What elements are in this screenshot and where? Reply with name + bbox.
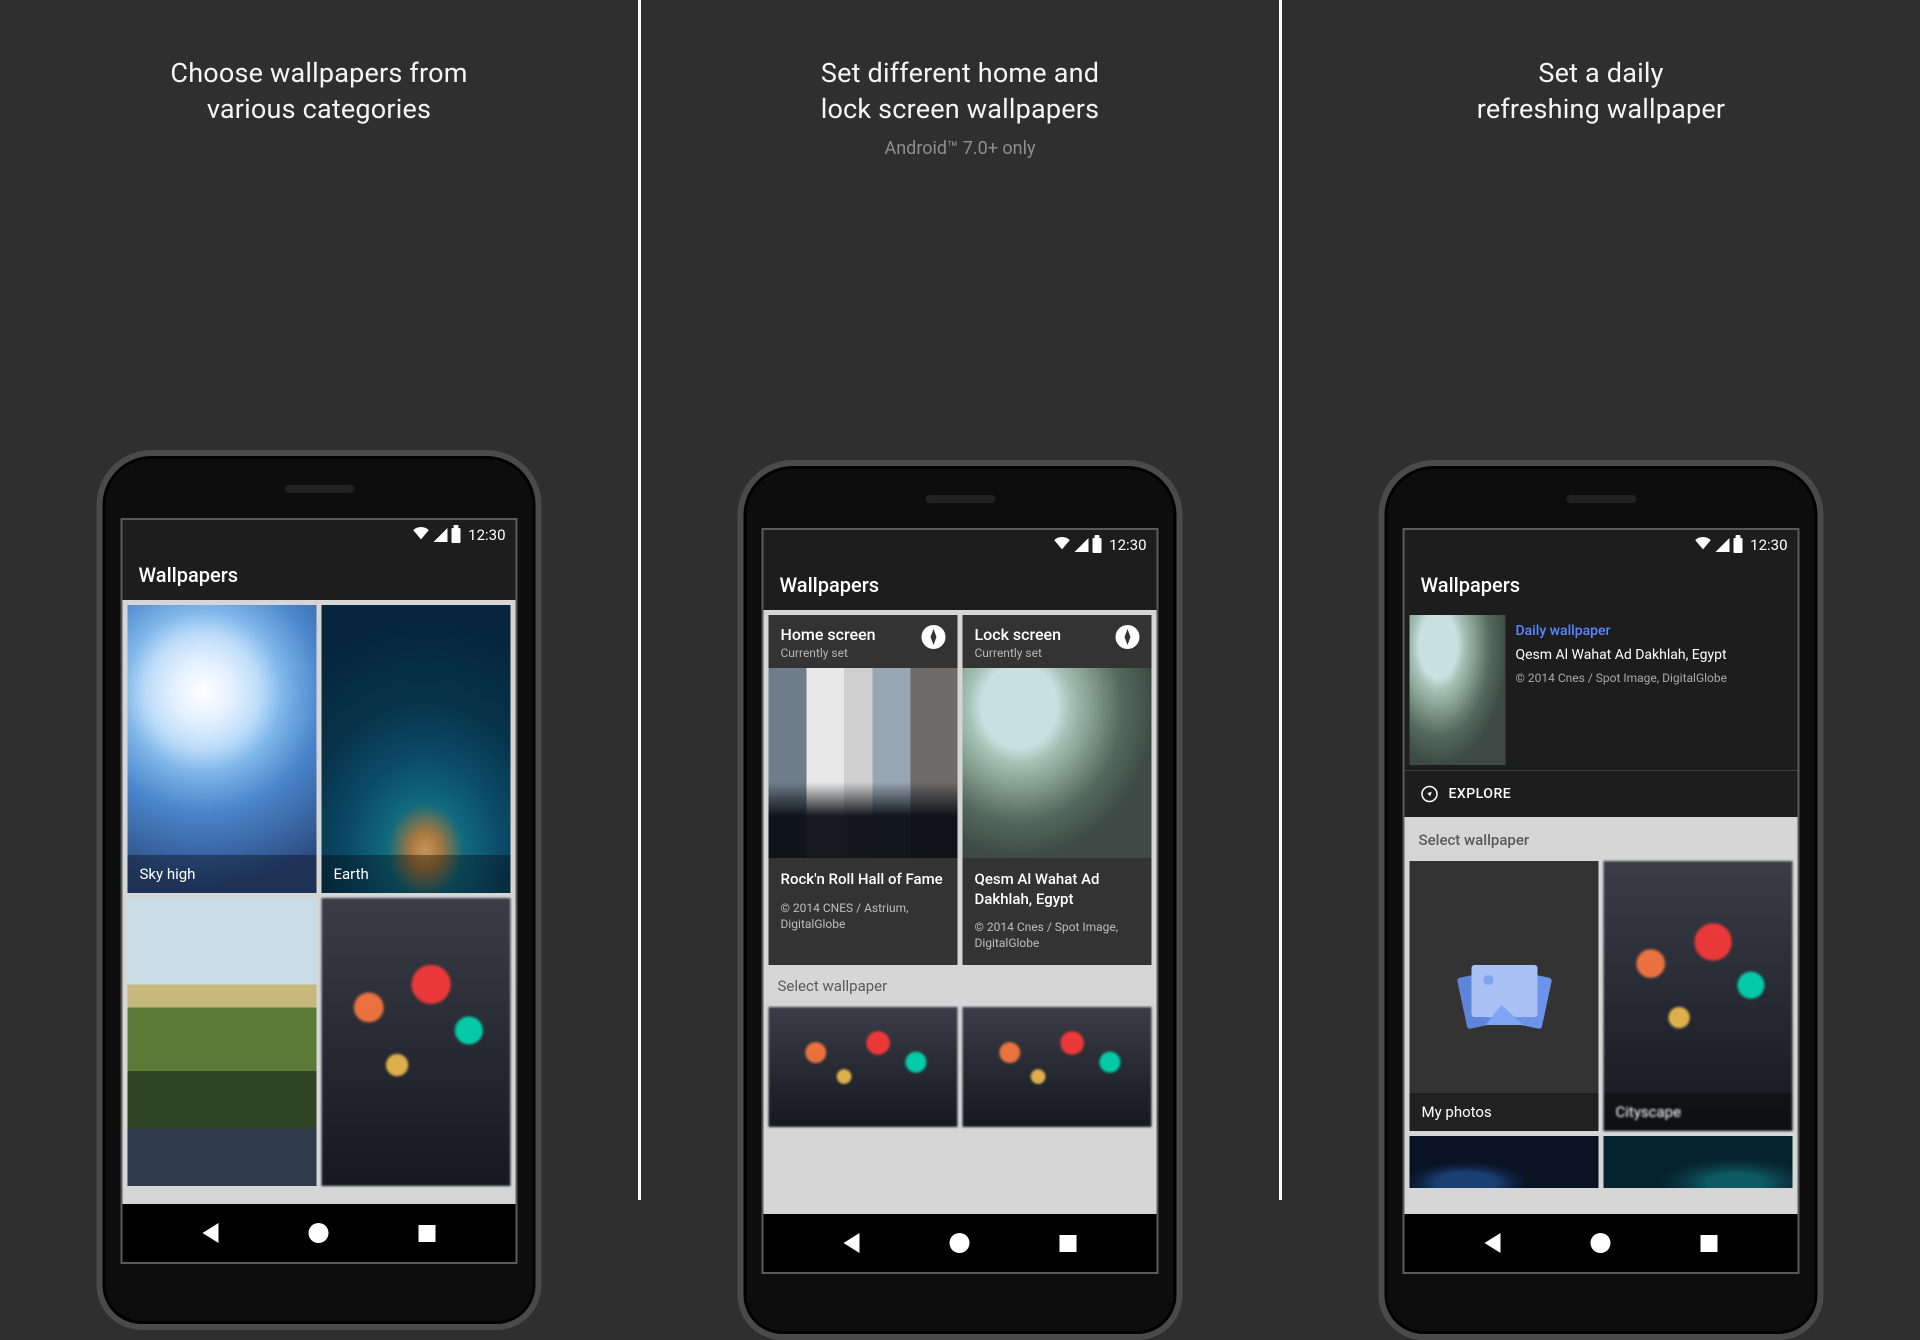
promo-title: Set different home and lock screen wallp… [821, 55, 1100, 128]
promo-title-line1: Set a daily [1477, 55, 1726, 91]
wallpaper-name: Qesm Al Wahat Ad Dakhlah, Egypt [975, 870, 1140, 909]
explore-button[interactable]: EXPLORE [1405, 770, 1798, 817]
category-card[interactable] [322, 898, 511, 1186]
wifi-icon [412, 526, 429, 544]
promo-title: Set a daily refreshing wallpaper [1477, 55, 1726, 128]
cell-signal-icon [1715, 538, 1729, 552]
wallpaper-name: Rock'n Roll Hall of Fame [781, 870, 946, 890]
select-wallpaper-header: Select wallpaper [1405, 817, 1798, 861]
lock-screen-card[interactable]: Lock screen Currently set Qesm Al Wahat … [963, 615, 1152, 965]
daily-wallpaper-thumb [1410, 615, 1506, 765]
cell-signal-icon [1074, 538, 1088, 552]
status-bar: 12:30 [123, 520, 516, 550]
status-bar: 12:30 [1405, 530, 1798, 560]
nav-recent-icon[interactable] [1701, 1235, 1718, 1252]
wallpaper-thumb[interactable] [1410, 1136, 1599, 1188]
category-label: My photos [1410, 1093, 1599, 1131]
phone-screen: 12:30 Wallpapers Daily wallpaper Qesm Al… [1403, 528, 1800, 1274]
wallpaper-thumb[interactable] [1604, 1136, 1793, 1188]
phone-speaker [1566, 495, 1636, 503]
android-nav-bar [764, 1214, 1157, 1272]
card-subheading: Currently set [781, 646, 876, 660]
explore-icon[interactable] [922, 625, 946, 649]
promo-panel-2: Set different home and lock screen wallp… [641, 0, 1282, 1200]
promo-subtitle: Android™ 7.0+ only [884, 138, 1035, 159]
phone-mockup: 12:30 Wallpapers Home screen [738, 460, 1183, 1340]
nav-recent-icon[interactable] [1060, 1235, 1077, 1252]
phone-screen: 12:30 Wallpapers Sky high Earth [121, 518, 518, 1264]
nav-home-icon[interactable] [950, 1233, 970, 1253]
cell-signal-icon [433, 528, 447, 542]
phone-mockup: 12:30 Wallpapers Daily wallpaper Qesm Al… [1379, 460, 1824, 1340]
android-nav-bar [1405, 1214, 1798, 1272]
promo-title-line2: lock screen wallpapers [821, 91, 1100, 127]
app-bar: Wallpapers [123, 550, 516, 600]
promo-title-line1: Choose wallpapers from [170, 55, 467, 91]
category-card-earth[interactable]: Earth [322, 605, 511, 893]
promo-title-line1: Set different home and [821, 55, 1100, 91]
promo-panel-1: Choose wallpapers from various categorie… [0, 0, 641, 1200]
home-screen-card[interactable]: Home screen Currently set Rock'n Roll Ha… [769, 615, 958, 965]
card-subheading: Currently set [975, 646, 1062, 660]
daily-wallpaper-label: Daily wallpaper [1516, 623, 1793, 639]
nav-back-icon[interactable] [844, 1233, 860, 1253]
category-card-sky-high[interactable]: Sky high [128, 605, 317, 893]
nav-back-icon[interactable] [1485, 1233, 1501, 1253]
status-time: 12:30 [1750, 536, 1787, 554]
daily-wallpaper-credit: © 2014 Cnes / Spot Image, DigitalGlobe [1516, 671, 1793, 685]
phone-screen: 12:30 Wallpapers Home screen [762, 528, 1159, 1274]
category-card-my-photos[interactable]: My photos [1410, 861, 1599, 1131]
daily-wallpaper-header[interactable]: Daily wallpaper Qesm Al Wahat Ad Dakhlah… [1405, 610, 1798, 770]
battery-icon [1092, 538, 1101, 553]
battery-icon [451, 528, 460, 543]
status-time: 12:30 [468, 526, 505, 544]
wallpaper-thumb[interactable] [769, 1007, 958, 1127]
explore-icon [1421, 785, 1439, 803]
app-title: Wallpapers [1421, 573, 1521, 597]
status-time: 12:30 [1109, 536, 1146, 554]
app-bar: Wallpapers [764, 560, 1157, 610]
promo-panel-3: Set a daily refreshing wallpaper 12:30 [1282, 0, 1920, 1200]
category-card[interactable] [128, 898, 317, 1186]
nav-back-icon[interactable] [203, 1223, 219, 1243]
card-heading: Lock screen [975, 625, 1062, 644]
explore-label: EXPLORE [1449, 786, 1512, 802]
app-bar: Wallpapers [1405, 560, 1798, 610]
app-title: Wallpapers [139, 563, 239, 587]
phone-speaker [925, 495, 995, 503]
android-nav-bar [123, 1204, 516, 1262]
category-label: Sky high [128, 855, 317, 893]
nav-home-icon[interactable] [1591, 1233, 1611, 1253]
promo-title: Choose wallpapers from various categorie… [170, 55, 467, 128]
wallpaper-thumb[interactable] [963, 1007, 1152, 1127]
wallpaper-preview [769, 668, 958, 858]
card-heading: Home screen [781, 625, 876, 644]
wallpaper-credit: © 2014 Cnes / Spot Image, DigitalGlobe [975, 919, 1140, 951]
wallpaper-preview [963, 668, 1152, 858]
wifi-icon [1053, 536, 1070, 554]
phone-speaker [284, 485, 354, 493]
wallpaper-credit: © 2014 CNES / Astrium, DigitalGlobe [781, 900, 946, 932]
promo-title-line2: refreshing wallpaper [1477, 91, 1726, 127]
app-title: Wallpapers [780, 573, 880, 597]
nav-recent-icon[interactable] [419, 1225, 436, 1242]
daily-wallpaper-location: Qesm Al Wahat Ad Dakhlah, Egypt [1516, 647, 1793, 663]
phone-mockup: 12:30 Wallpapers Sky high Earth [97, 450, 542, 1330]
explore-icon[interactable] [1116, 625, 1140, 649]
status-bar: 12:30 [764, 530, 1157, 560]
battery-icon [1733, 538, 1742, 553]
nav-home-icon[interactable] [309, 1223, 329, 1243]
promo-title-line2: various categories [170, 91, 467, 127]
category-label: Earth [322, 855, 511, 893]
photos-icon [1461, 961, 1547, 1031]
category-card-cityscape[interactable]: Cityscape [1604, 861, 1793, 1131]
category-label: Cityscape [1604, 1093, 1793, 1131]
select-wallpaper-header: Select wallpaper [764, 965, 1157, 1007]
wifi-icon [1694, 536, 1711, 554]
